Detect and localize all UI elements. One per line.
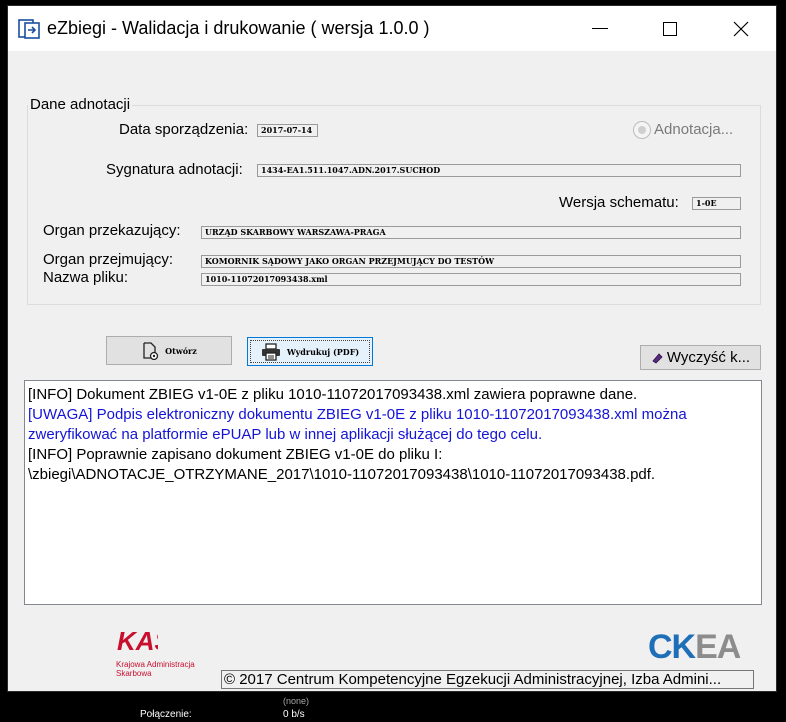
log-line: [UWAGA] Podpis elektroniczny dokumentu Z… (28, 406, 687, 423)
app-icon (18, 19, 40, 39)
minimize-icon (592, 28, 608, 29)
file-name-field[interactable]: 1010-11072017093438.xml (201, 273, 741, 286)
connection-label: Połączenie: (140, 709, 192, 720)
clear-log-button[interactable]: Wyczyść k... (640, 345, 761, 370)
connection-value: 0 b/s (283, 709, 305, 720)
print-pdf-button[interactable]: Wydrukuj (PDF) (247, 337, 373, 366)
maximize-icon (663, 21, 677, 36)
ckea-logo-part2: EA (695, 628, 741, 666)
close-icon (733, 21, 749, 36)
signature-label: Sygnatura adnotacji: (106, 161, 243, 178)
close-button[interactable] (706, 6, 776, 51)
groupbox-title: Dane adnotacji (28, 96, 133, 113)
signature-field[interactable]: 1434-EA1.511.1047.ADN.2017.SUCHOD (257, 164, 741, 177)
kas-logo-mark: KAS (117, 626, 173, 656)
ckea-logo: CKEA (648, 628, 741, 667)
log-line: [INFO] Dokument ZBIEG v1-0E z pliku 1010… (28, 386, 638, 403)
taskbar-fragment: (none) (283, 696, 310, 706)
kas-logo: KAS (116, 626, 173, 661)
eraser-icon (652, 352, 663, 364)
log-line: \zbiegi\ADNOTACJE_OTRZYMANE_2017\1010-11… (28, 466, 656, 483)
ckea-logo-part1: CK (648, 628, 696, 666)
clear-log-button-label: Wyczyść k... (666, 349, 751, 366)
annotation-radio-label[interactable]: Adnotacja... (654, 121, 733, 138)
minimize-button[interactable] (565, 6, 635, 51)
print-pdf-button-label: Wydrukuj (PDF) (286, 346, 360, 357)
log-textarea[interactable]: [INFO] Dokument ZBIEG v1-0E z pliku 1010… (24, 380, 762, 605)
window-title: eZbiegi - Walidacja i drukowanie ( wersj… (47, 18, 430, 38)
schema-version-label: Wersja schematu: (559, 194, 679, 211)
app-window: eZbiegi - Walidacja i drukowanie ( wersj… (7, 5, 777, 692)
title-bar[interactable]: eZbiegi - Walidacja i drukowanie ( wersj… (8, 6, 776, 51)
copyright-text: © 2017 Centrum Kompetencyjne Egzekucji A… (221, 670, 754, 689)
printer-icon (261, 342, 280, 361)
kas-line-1: Krajowa Administracja (116, 660, 195, 669)
open-button[interactable]: Otwórz (106, 336, 232, 365)
schema-version-field[interactable]: 1-0E (692, 197, 741, 210)
issue-date-field[interactable]: 2017-07-14 (257, 124, 318, 137)
log-line: [INFO] Poprawnie zapisano dokument ZBIEG… (28, 446, 443, 463)
maximize-button[interactable] (635, 6, 705, 51)
file-name-label: Nazwa pliku: (43, 269, 129, 286)
annotation-radio[interactable] (633, 121, 651, 139)
open-button-label: Otwórz (165, 345, 197, 356)
transferring-authority-field[interactable]: URZĄD SKARBOWY WARSZAWA-PRAGA (201, 226, 741, 239)
log-line: zweryfikować na platformie ePUAP lub w i… (28, 426, 543, 443)
kas-logo-text: KAS (117, 626, 158, 656)
kas-line-2: Skarbowa (116, 669, 152, 678)
transferring-authority-label: Organ przekazujący: (43, 222, 181, 239)
open-file-icon (143, 341, 159, 360)
receiving-authority-label: Organ przejmujący: (43, 251, 174, 268)
receiving-authority-field[interactable]: KOMORNIK SĄDOWY JAKO ORGAN PRZEJMUJĄCY D… (201, 255, 741, 268)
issue-date-label: Data sporządzenia: (119, 121, 249, 138)
